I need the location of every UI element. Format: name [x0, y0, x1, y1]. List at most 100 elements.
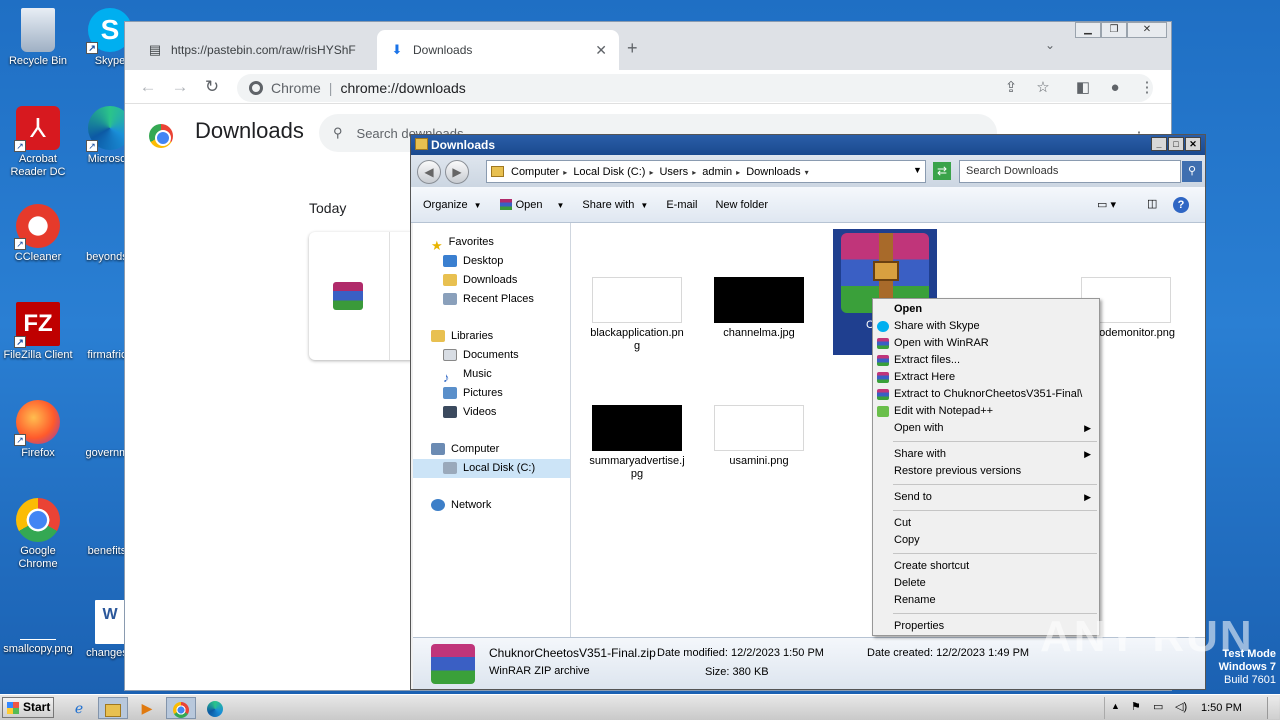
nav-network[interactable]: Network — [413, 496, 570, 515]
show-desktop-button[interactable] — [1267, 697, 1279, 719]
taskbar-ie-icon[interactable]: ℯ — [64, 697, 94, 719]
email-button[interactable]: E-mail — [666, 199, 697, 211]
desktop-icon-acrobat[interactable]: ⅄ ↗ Acrobat Reader DC — [0, 106, 76, 179]
menu-item-delete[interactable]: Delete — [873, 575, 1099, 592]
menu-item-cut[interactable]: Cut — [873, 515, 1099, 532]
explorer-title: Downloads — [431, 138, 496, 152]
desktop-icon-firefox[interactable]: ↗ Firefox — [0, 400, 76, 460]
menu-item-extract-files[interactable]: Extract files... — [873, 352, 1099, 369]
nav-videos[interactable]: Videos — [413, 403, 570, 422]
file-item[interactable]: blackapplication.pn g — [587, 277, 687, 353]
menu-item-create-shortcut[interactable]: Create shortcut — [873, 558, 1099, 575]
search-icon[interactable]: ⚲ — [1182, 161, 1202, 182]
side-panel-icon[interactable]: ◧ — [1073, 78, 1093, 98]
tray-network-icon[interactable]: ▭ — [1153, 700, 1163, 713]
back-icon[interactable]: ◀ — [417, 160, 441, 184]
bookmark-star-icon[interactable]: ☆ — [1033, 78, 1053, 98]
breadcrumb-admin[interactable]: admin ▸ — [702, 166, 740, 178]
breadcrumb[interactable]: Computer ▸ Local Disk (C:) ▸ Users ▸ admin ▸… — [486, 160, 926, 183]
menu-item-open-with[interactable]: Open with ▶ — [873, 420, 1099, 437]
taskbar-media-player-icon[interactable]: ▶ — [132, 697, 162, 719]
tray-volume-icon[interactable]: ◁) — [1175, 700, 1187, 713]
help-icon[interactable]: ? — [1173, 197, 1189, 213]
view-options-icon[interactable]: ▭ ▾ — [1097, 198, 1116, 211]
system-tray: ▲ ⚑ ▭ ◁) 1:50 PM — [1104, 697, 1280, 719]
menu-item-extract-here[interactable]: Extract Here — [873, 369, 1099, 386]
menu-item-label: Delete — [894, 577, 926, 589]
explorer-search-input[interactable]: Search Downloads ⚲ — [959, 160, 1202, 183]
profile-icon[interactable]: ● — [1105, 78, 1125, 98]
nav-libraries[interactable]: Libraries — [413, 327, 570, 346]
forward-icon[interactable]: ▶ — [445, 160, 469, 184]
notepad-plus-icon — [877, 406, 889, 417]
explorer-minimize-button[interactable]: _ — [1151, 137, 1167, 151]
breadcrumb-users[interactable]: Users ▸ — [659, 166, 696, 178]
tab-pastebin[interactable]: ▤ https://pastebin.com/raw/risHYShF — [135, 30, 377, 70]
menu-item-restore-previous-versions[interactable]: Restore previous versions — [873, 463, 1099, 480]
back-icon[interactable]: ← — [137, 76, 159, 98]
explorer-close-button[interactable]: ✕ — [1185, 137, 1201, 151]
menu-item-open-with-winrar[interactable]: Open with WinRAR — [873, 335, 1099, 352]
download-item-card[interactable] — [309, 232, 419, 360]
nav-computer[interactable]: Computer — [413, 440, 570, 459]
desktop-icon-recycle-bin[interactable]: Recycle Bin — [0, 8, 76, 68]
menu-item-rename[interactable]: Rename — [873, 592, 1099, 609]
desktop-icon — [443, 255, 457, 268]
refresh-icon[interactable]: ⇄ — [933, 162, 951, 180]
tab-downloads[interactable]: ⬇ Downloads ✕ — [377, 30, 619, 70]
file-item[interactable]: summaryadvertise.j pg — [587, 405, 687, 481]
desktop-icon-label: Firefox — [21, 447, 55, 459]
menu-item-share-with-skype[interactable]: Share with Skype — [873, 318, 1099, 335]
nav-recent-places[interactable]: Recent Places — [413, 290, 570, 309]
breadcrumb-downloads[interactable]: Downloads ▾ — [746, 166, 808, 178]
reload-icon[interactable]: ↻ — [201, 76, 223, 98]
nav-music[interactable]: ♪ Music — [413, 365, 570, 385]
menu-item-open[interactable]: Open — [873, 301, 1099, 318]
chrome-toolbar: ← → ↻ Chrome | chrome://downloads ⇪ ☆ ◧ … — [125, 70, 1171, 104]
breadcrumb-computer[interactable]: Computer ▸ — [511, 166, 567, 178]
clock[interactable]: 1:50 PM — [1201, 702, 1242, 714]
nav-favorites[interactable]: ★ Favorites — [413, 233, 570, 253]
explorer-maximize-button[interactable]: □ — [1168, 137, 1184, 151]
file-item[interactable]: usamini.png — [709, 405, 809, 468]
close-tab-icon[interactable]: ✕ — [595, 42, 607, 59]
file-item[interactable]: channelma.jpg — [709, 277, 809, 340]
tray-flag-icon[interactable]: ⚑ — [1131, 700, 1141, 713]
menu-item-edit-with-notepad[interactable]: Edit with Notepad++ — [873, 403, 1099, 420]
menu-icon[interactable]: ⋮ — [1137, 78, 1157, 98]
share-with-button[interactable]: Share with ▼ — [582, 199, 648, 211]
nav-desktop[interactable]: Desktop — [413, 252, 570, 271]
organize-button[interactable]: Organize ▼ — [423, 199, 482, 211]
desktop-icon-filezilla[interactable]: FZ ↗ FileZilla Client — [0, 302, 76, 362]
menu-item-share-with[interactable]: Share with ▶ — [873, 446, 1099, 463]
new-folder-button[interactable]: New folder — [715, 199, 768, 211]
new-tab-icon[interactable]: + — [627, 38, 638, 59]
address-dropdown-icon[interactable]: ▼ — [913, 165, 922, 175]
preview-pane-icon[interactable]: ◫ — [1147, 197, 1157, 210]
nav-pictures[interactable]: Pictures — [413, 384, 570, 403]
open-button[interactable]: Open ▼ — [499, 199, 564, 211]
minimize-button[interactable]: ▁ — [1075, 22, 1101, 38]
start-button[interactable]: Start — [2, 697, 54, 718]
nav-documents[interactable]: Documents — [413, 346, 570, 365]
desktop-icon-ccleaner[interactable]: ↗ CCleaner — [0, 204, 76, 264]
taskbar-edge-icon[interactable] — [200, 697, 230, 719]
nav-downloads[interactable]: Downloads — [413, 271, 570, 290]
menu-item-send-to[interactable]: Send to ▶ — [873, 489, 1099, 506]
nav-local-disk[interactable]: Local Disk (C:) — [413, 459, 570, 478]
taskbar-explorer-icon[interactable] — [98, 697, 128, 719]
desktop-icon-smallcopy[interactable]: smallcopy.png — [0, 600, 76, 656]
share-icon[interactable]: ⇪ — [1001, 78, 1021, 98]
menu-item-copy[interactable]: Copy — [873, 532, 1099, 549]
close-button[interactable]: ✕ — [1127, 22, 1167, 38]
tab-search-icon[interactable]: ⌄ — [1045, 38, 1055, 52]
card-divider — [389, 232, 390, 360]
maximize-button[interactable]: ❐ — [1101, 22, 1127, 38]
menu-item-extract-to-chuknorcheetosv351-final[interactable]: Extract to ChuknorCheetosV351-Final\ — [873, 386, 1099, 403]
menu-item-label: Open with — [894, 422, 944, 434]
breadcrumb-local-disk[interactable]: Local Disk (C:) ▸ — [573, 166, 653, 178]
taskbar-chrome-icon[interactable] — [166, 697, 196, 719]
tray-expand-icon[interactable]: ▲ — [1111, 701, 1120, 711]
desktop-icon-chrome[interactable]: Google Chrome — [0, 498, 76, 571]
forward-icon[interactable]: → — [169, 76, 191, 98]
